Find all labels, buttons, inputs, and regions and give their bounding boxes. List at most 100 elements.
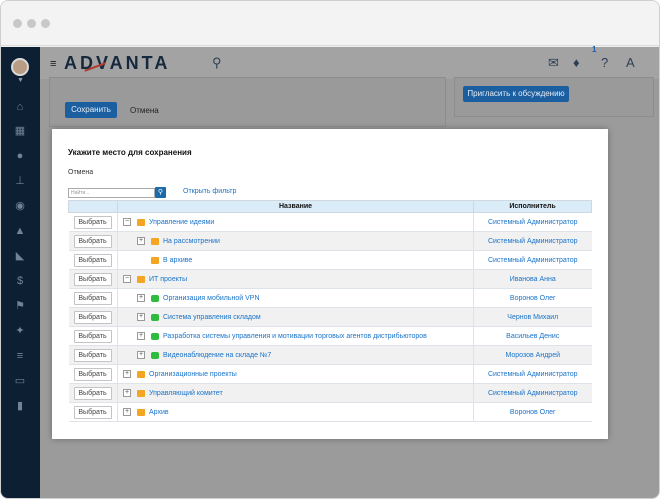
bookmark-icon[interactable]: ▮ (12, 398, 28, 414)
chart-icon[interactable]: ◣ (12, 248, 28, 264)
modal-cancel-button[interactable]: Отмена (68, 169, 93, 176)
org-chart-icon[interactable]: ⊥ (12, 173, 28, 189)
node-label[interactable]: Система управления складом (163, 314, 261, 321)
browser-titlebar (1, 1, 659, 46)
tree-node: + Архив (118, 408, 473, 416)
select-cell: Выбрать (68, 231, 118, 251)
name-cell: + Архив (117, 402, 474, 422)
cancel-button[interactable]: Отмена (130, 106, 159, 115)
window-dot-icon[interactable] (13, 19, 22, 28)
executor-cell[interactable]: Иванова Анна (473, 269, 592, 289)
users-icon[interactable]: ● (12, 148, 28, 164)
save-location-modal: Укажите место для сохранения Отмена Найт… (52, 129, 608, 439)
table-row[interactable]: Выбрать + Организация мобильной VPN Воронов… (68, 288, 592, 308)
table-header: Название Исполнитель (68, 200, 592, 213)
expand-icon[interactable]: + (137, 294, 145, 302)
table-row[interactable]: Выбрать + На рассмотрении Системный Админис… (68, 231, 592, 251)
executor-cell[interactable]: Морозов Андрей (473, 345, 592, 365)
select-button[interactable]: Выбрать (73, 348, 112, 362)
select-button[interactable]: Выбрать (73, 253, 112, 267)
node-label[interactable]: ИТ проекты (149, 276, 187, 283)
executor-cell[interactable]: Воронов Олег (473, 402, 592, 422)
node-label[interactable]: Организационные проекты (149, 371, 237, 378)
node-label[interactable]: Архив (149, 409, 169, 416)
select-button[interactable]: Выбрать (73, 272, 112, 286)
expand-icon[interactable]: + (137, 332, 145, 340)
table-row[interactable]: Выбрать + Управляющий комитет Системный Адм… (68, 383, 592, 403)
table-row[interactable]: Выбрать + Организационные проекты Системный… (68, 364, 592, 384)
target-icon[interactable]: ◉ (12, 198, 28, 214)
collapse-icon[interactable]: − (123, 218, 131, 226)
expand-icon[interactable]: + (123, 389, 131, 397)
select-button[interactable]: Выбрать (73, 405, 112, 419)
node-label[interactable]: Видеонаблюдение на складе №7 (163, 352, 271, 359)
calendar-icon[interactable]: ▦ (12, 123, 28, 139)
top-bar: ≡ ADVANTA ⚲ 1 ✉ ♦ ? A (40, 45, 659, 79)
logo: ADVANTA (64, 53, 171, 73)
executor-cell[interactable]: Системный Администратор (473, 231, 592, 251)
search-input[interactable]: Найти... (68, 188, 155, 198)
folder-icon (151, 256, 159, 264)
select-button[interactable]: Выбрать (73, 291, 112, 305)
executor-cell[interactable]: Васильев Денис (473, 326, 592, 346)
node-label[interactable]: На рассмотрении (163, 238, 220, 245)
node-label[interactable]: Организация мобильной VPN (163, 295, 260, 302)
executor-cell[interactable]: Чернов Михаил (473, 307, 592, 327)
avatar[interactable] (11, 58, 29, 76)
executor-cell[interactable]: Системный Администратор (473, 383, 592, 403)
invite-button[interactable]: Пригласить к обсуждению (463, 86, 569, 102)
home-icon[interactable]: ⌂ (12, 99, 28, 115)
like-icon[interactable]: ♦ (573, 55, 580, 70)
table-row[interactable]: Выбрать − Управление идеями Системный Админ… (68, 212, 592, 232)
chevron-down-icon[interactable]: ▼ (17, 77, 24, 84)
window-dot-icon[interactable] (41, 19, 50, 28)
expand-icon[interactable]: + (137, 313, 145, 321)
stats-icon[interactable]: ▲ (12, 223, 28, 239)
run-icon[interactable]: ⚑ (12, 298, 28, 314)
sparkle-icon[interactable]: ✦ (12, 323, 28, 339)
expand-icon[interactable]: + (123, 370, 131, 378)
node-label[interactable]: Разработка системы управления и мотиваци… (163, 333, 427, 340)
executor-cell[interactable]: Системный Администратор (473, 212, 592, 232)
project-icon (151, 294, 159, 302)
executor-cell[interactable]: Воронов Олег (473, 288, 592, 308)
expand-icon[interactable]: + (137, 351, 145, 359)
select-button[interactable]: Выбрать (73, 310, 112, 324)
select-button[interactable]: Выбрать (73, 234, 112, 248)
help-icon[interactable]: ? (601, 55, 608, 70)
node-label[interactable]: В архиве (163, 257, 192, 264)
executor-cell[interactable]: Системный Администратор (473, 364, 592, 384)
select-cell: Выбрать (68, 212, 118, 232)
select-button[interactable]: Выбрать (73, 386, 112, 400)
table-row[interactable]: Выбрать + Видеонаблюдение на складе №7 Моро… (68, 345, 592, 365)
collapse-icon[interactable]: − (123, 275, 131, 283)
browser-window: ▼ ⌂ ▦ ● ⊥ ◉ ▲ ◣ $ ⚑ ✦ ≡ ▭ ▮ ≡ ADVANTA ⚲ … (0, 0, 660, 499)
dollar-icon[interactable]: $ (12, 273, 28, 289)
table-row[interactable]: Выбрать В архиве Системный Администратор (68, 250, 592, 270)
select-cell: Выбрать (68, 307, 118, 327)
node-label[interactable]: Управляющий комитет (149, 390, 223, 397)
name-cell: + Управляющий комитет (117, 383, 474, 403)
node-label[interactable]: Управление идеями (149, 219, 214, 226)
open-filter-link[interactable]: Открыть фильтр (183, 188, 236, 195)
search-icon[interactable]: ⚲ (212, 55, 222, 71)
executor-cell[interactable]: Системный Администратор (473, 250, 592, 270)
expand-icon[interactable]: + (123, 408, 131, 416)
window-dot-icon[interactable] (27, 19, 36, 28)
select-button[interactable]: Выбрать (73, 329, 112, 343)
table-row[interactable]: Выбрать + Система управления складом Чернов… (68, 307, 592, 327)
save-button[interactable]: Сохранить (65, 102, 117, 118)
table-row[interactable]: Выбрать − ИТ проекты Иванова Анна (68, 269, 592, 289)
table-row[interactable]: Выбрать + Разработка системы управления и … (68, 326, 592, 346)
checklist-icon[interactable]: ≡ (12, 348, 28, 364)
window-icon[interactable]: ▭ (12, 373, 28, 389)
name-cell: + Система управления складом (117, 307, 474, 327)
mail-icon[interactable]: ✉ (548, 55, 559, 71)
menu-icon[interactable]: ≡ (50, 58, 56, 70)
table-row[interactable]: Выбрать + Архив Воронов Олег (68, 402, 592, 422)
expand-icon[interactable]: + (137, 237, 145, 245)
profile-icon[interactable]: A (626, 55, 635, 70)
select-button[interactable]: Выбрать (73, 215, 112, 229)
select-button[interactable]: Выбрать (73, 367, 112, 381)
search-icon[interactable]: ⚲ (155, 187, 166, 198)
